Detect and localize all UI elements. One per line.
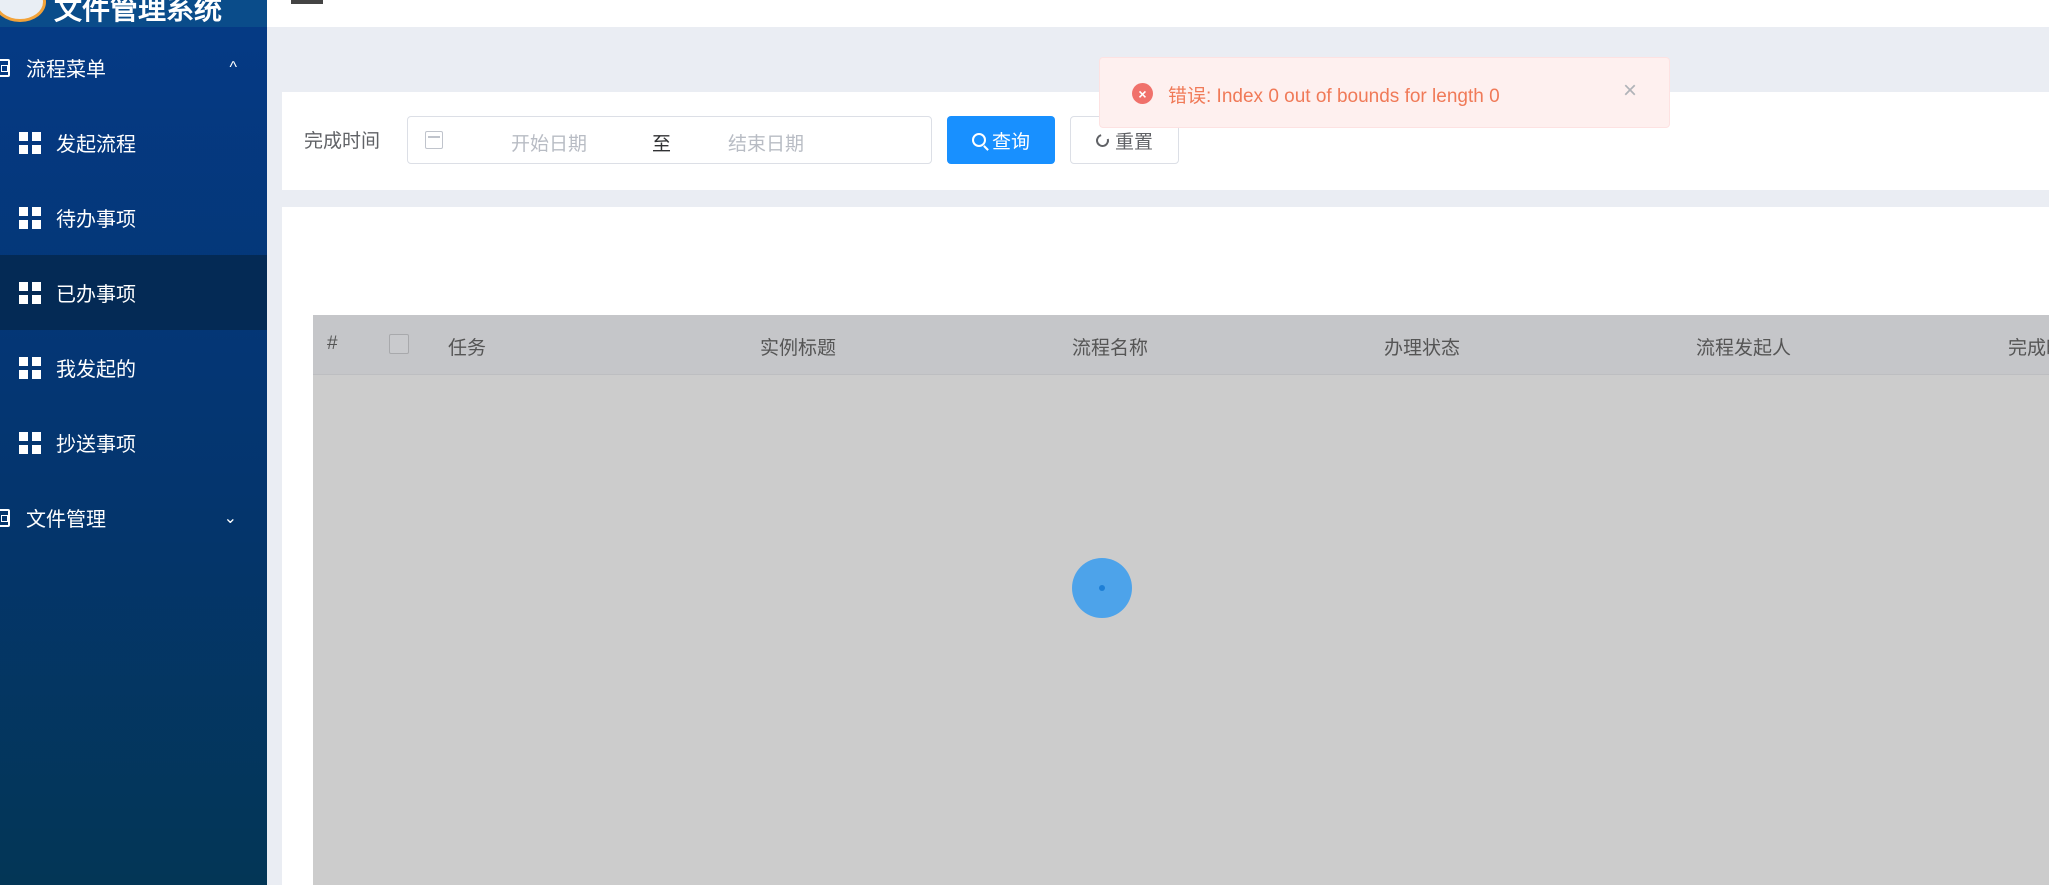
sidebar-item-label: 抄送事项	[56, 434, 136, 456]
sidebar-item-label: 我发起的	[56, 359, 136, 381]
sidebar-item-done[interactable]: 已办事项	[0, 255, 267, 330]
sidebar-item-todo[interactable]: 待办事项	[0, 180, 267, 255]
table-body-loading-mask	[313, 375, 2049, 885]
logo-icon	[0, 0, 46, 22]
document-icon	[0, 508, 10, 527]
column-instance-title: 实例标题	[760, 338, 837, 359]
column-process-name: 流程名称	[1072, 338, 1149, 359]
menu-group-label: 文件管理	[26, 509, 106, 531]
refresh-icon	[1093, 131, 1112, 149]
error-message: × 错误: Index 0 out of bounds for length 0…	[1099, 57, 1670, 128]
select-all-checkbox[interactable]	[389, 334, 409, 354]
error-icon: ×	[1132, 83, 1153, 104]
app-title: 文件管理系统	[54, 0, 223, 26]
loading-spinner-icon	[1072, 558, 1132, 618]
column-initiator: 流程发起人	[1696, 338, 1792, 359]
column-task: 任务	[448, 338, 487, 359]
reset-button-label: 重置	[1114, 131, 1153, 153]
sidebar-item-my-started[interactable]: 我发起的	[0, 330, 267, 405]
grid-icon	[19, 281, 41, 304]
error-message-text: 错误: Index 0 out of bounds for length 0	[1168, 86, 1500, 107]
completion-time-label: 完成时间	[304, 131, 381, 152]
grid-icon	[19, 431, 41, 454]
sidebar-item-label: 待办事项	[56, 209, 136, 231]
query-button-label: 查询	[991, 131, 1030, 153]
sidebar-item-start-process[interactable]: 发起流程	[0, 105, 267, 180]
sidebar-item-label: 已办事项	[56, 284, 136, 306]
grid-icon	[19, 131, 41, 154]
menu-group-files[interactable]: 文件管理 ⌄	[0, 480, 267, 555]
column-completion-time: 完成时	[2008, 338, 2049, 359]
hamburger-icon[interactable]	[291, 0, 323, 4]
menu-group-process[interactable]: 流程菜单 ^	[0, 30, 267, 105]
document-icon	[0, 58, 10, 77]
date-range-picker[interactable]: 开始日期 至 结束日期	[407, 116, 932, 164]
date-range-separator: 至	[652, 134, 672, 155]
start-date-input[interactable]: 开始日期	[511, 129, 587, 156]
column-status: 办理状态	[1384, 338, 1461, 359]
menu-group-label: 流程菜单	[26, 59, 106, 81]
grid-icon	[19, 206, 41, 229]
sidebar-item-cc[interactable]: 抄送事项	[0, 405, 267, 480]
top-bar	[267, 0, 2049, 27]
search-icon	[971, 133, 986, 147]
app-logo: 文件管理系统	[0, 0, 267, 27]
chevron-up-icon: ^	[229, 58, 237, 76]
calendar-icon	[425, 131, 443, 149]
table-header: # 任务 实例标题 流程名称 办理状态 流程发起人 完成时	[313, 315, 2049, 375]
grid-icon	[19, 356, 41, 379]
end-date-input[interactable]: 结束日期	[728, 129, 804, 156]
close-icon[interactable]: ×	[1623, 78, 1637, 104]
column-index: #	[327, 333, 338, 354]
query-button[interactable]: 查询	[947, 116, 1055, 164]
sidebar-item-label: 发起流程	[56, 134, 136, 156]
chevron-down-icon: ⌄	[223, 509, 237, 527]
table-panel: # 任务 实例标题 流程名称 办理状态 流程发起人 完成时	[282, 207, 2049, 885]
sidebar: 文件管理系统 流程菜单 ^ 发起流程 待办事项 已办事项 我发起的 抄送事项 文…	[0, 0, 267, 885]
